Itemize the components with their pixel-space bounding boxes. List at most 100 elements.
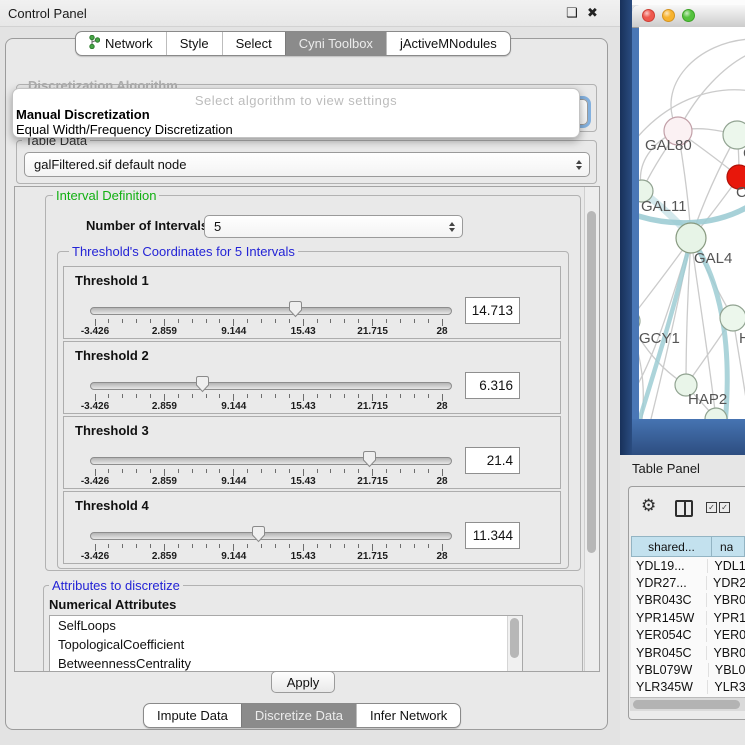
- attribute-item-topologicalcoefficient[interactable]: TopologicalCoefficient: [50, 635, 522, 654]
- tick: [122, 319, 123, 323]
- table-row[interactable]: YPR145WYPR1: [631, 609, 745, 626]
- tick: [372, 394, 373, 401]
- table-row[interactable]: YBL079WYBL0: [631, 661, 745, 678]
- tab-select[interactable]: Select: [222, 32, 285, 55]
- tick: [219, 394, 220, 398]
- threshold-value-field[interactable]: 11.344: [465, 522, 520, 549]
- tick-label: 2.859: [152, 476, 177, 487]
- column-header-shared-name[interactable]: shared...: [632, 537, 712, 556]
- network-node-gal4[interactable]: [676, 223, 706, 253]
- zoom-light[interactable]: [682, 9, 695, 22]
- network-icon: [89, 35, 100, 52]
- tick: [400, 469, 401, 473]
- algorithm-popup: Select algorithm to view settings Manual…: [12, 88, 580, 138]
- table-header-row: shared...na: [631, 536, 745, 557]
- network-canvas[interactable]: GAL80GCGAL11GAL4GCY1HHAP2: [639, 27, 745, 419]
- apply-button[interactable]: Apply: [271, 671, 335, 693]
- slider-track[interactable]: [90, 532, 452, 540]
- column-header-name[interactable]: na: [712, 540, 733, 554]
- slider-track[interactable]: [90, 457, 452, 465]
- table-row[interactable]: YBR045CYBR0: [631, 644, 745, 661]
- slider-thumb[interactable]: [288, 300, 303, 323]
- popup-option-equal-width[interactable]: Equal Width/Frequency Discretization: [16, 122, 233, 137]
- table-row[interactable]: YDL19...YDL1: [631, 557, 745, 574]
- tick: [303, 469, 304, 476]
- minimize-light[interactable]: [662, 9, 675, 22]
- table-row[interactable]: YER054CYER0: [631, 627, 745, 644]
- tick: [150, 544, 151, 548]
- tick-label: -3.426: [81, 476, 109, 487]
- cell-name: YDR2: [707, 576, 745, 590]
- spinner-arrows-icon: [442, 222, 462, 232]
- tick: [386, 319, 387, 323]
- tick: [136, 544, 137, 548]
- slider-thumb[interactable]: [251, 525, 266, 548]
- tick: [164, 319, 165, 326]
- threshold-value-field[interactable]: 14.713: [465, 297, 520, 324]
- network-window-titlebar[interactable]: [632, 5, 745, 28]
- slider-thumb[interactable]: [195, 375, 210, 398]
- tick: [150, 394, 151, 398]
- number-of-intervals-combo[interactable]: 5: [204, 215, 463, 238]
- network-node-node[interactable]: [723, 121, 745, 149]
- attribute-item-selfloops[interactable]: SelfLoops: [50, 616, 522, 635]
- tick: [108, 544, 109, 548]
- table-scrollbar-thumb[interactable]: [633, 700, 740, 709]
- tick: [358, 319, 359, 323]
- checkbox-icon[interactable]: ✓: [706, 502, 717, 513]
- float-icon[interactable]: ❑: [566, 5, 578, 21]
- table-row[interactable]: YDR27...YDR2: [631, 574, 745, 591]
- settings-scrollbar-thumb[interactable]: [587, 211, 596, 553]
- tick-label: 15.43: [291, 401, 316, 412]
- slider-track[interactable]: [90, 382, 452, 390]
- tick-label: 21.715: [357, 476, 388, 487]
- node-attribute-table[interactable]: shared...naYDL19...YDL1YDR27...YDR2YBR04…: [631, 536, 745, 697]
- attributes-scrollbar-thumb[interactable]: [510, 618, 519, 658]
- table-row[interactable]: YBR043CYBR0: [631, 592, 745, 609]
- close-light[interactable]: [642, 9, 655, 22]
- thresholds-group-title: Threshold's Coordinates for 5 Intervals: [69, 244, 298, 259]
- tick: [330, 544, 331, 548]
- tab-style[interactable]: Style: [166, 32, 222, 55]
- tab-label: Select: [236, 36, 272, 51]
- tick: [136, 469, 137, 473]
- tab-discretize-data[interactable]: Discretize Data: [241, 704, 356, 727]
- gear-icon[interactable]: ⚙: [641, 496, 656, 516]
- tick: [289, 469, 290, 473]
- tab-cyni-toolbox[interactable]: Cyni Toolbox: [285, 32, 386, 55]
- split-columns-icon[interactable]: [675, 500, 693, 517]
- settings-scrollbar[interactable]: [584, 187, 599, 671]
- table-horizontal-scrollbar[interactable]: [630, 697, 745, 711]
- attributes-list-scrollbar[interactable]: [507, 616, 522, 672]
- tick: [164, 544, 165, 551]
- slider-track[interactable]: [90, 307, 452, 315]
- network-node-node[interactable]: [720, 305, 745, 331]
- slider-thumb[interactable]: [362, 450, 377, 473]
- tick: [414, 394, 415, 398]
- node-label-gal80: GAL80: [645, 137, 692, 154]
- close-icon[interactable]: ✖: [587, 5, 598, 21]
- popup-option-manual[interactable]: Manual Discretization: [16, 107, 150, 122]
- tick: [233, 394, 234, 401]
- threshold-value-field[interactable]: 21.4: [465, 447, 520, 474]
- tick: [178, 319, 179, 323]
- tick: [386, 544, 387, 548]
- table-data-combo[interactable]: galFiltered.sif default node: [24, 152, 590, 177]
- threshold-value-field[interactable]: 6.316: [465, 372, 520, 399]
- tick: [317, 469, 318, 473]
- table-row[interactable]: YLR345WYLR3: [631, 679, 745, 696]
- tab-impute-data[interactable]: Impute Data: [144, 704, 241, 727]
- node-label-h: H: [739, 330, 745, 347]
- tab-network[interactable]: Network: [76, 32, 166, 55]
- numerical-attributes-list[interactable]: SelfLoopsTopologicalCoefficientBetweenne…: [49, 615, 523, 672]
- tick: [330, 469, 331, 473]
- tick: [192, 319, 193, 323]
- attribute-item-betweennesscentrality[interactable]: BetweennessCentrality: [50, 654, 522, 672]
- node-label-c: C: [736, 184, 745, 201]
- tab-jactivemnodules[interactable]: jActiveMNodules: [386, 32, 510, 55]
- checkbox-icon[interactable]: ✓: [719, 502, 730, 513]
- network-node-gcy1[interactable]: [639, 310, 640, 332]
- tick: [275, 394, 276, 398]
- tab-infer-network[interactable]: Infer Network: [356, 704, 460, 727]
- tick: [442, 394, 443, 401]
